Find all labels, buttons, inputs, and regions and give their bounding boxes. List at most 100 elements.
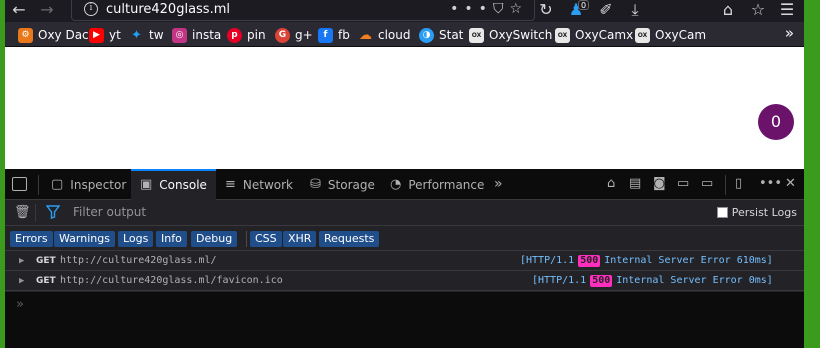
tab-console[interactable]: ▣ Console — [131, 169, 216, 200]
clear-console-icon[interactable]: 🗑 — [14, 205, 31, 220]
more-tabs-icon[interactable]: » — [494, 176, 503, 192]
bookmark-oxycam[interactable]: OX OxyCam — [635, 26, 706, 44]
youtube-icon: ▶ — [89, 27, 104, 43]
bookmark-cloud[interactable]: ☁ cloud — [358, 26, 411, 44]
request-method: GET — [36, 276, 56, 286]
bookmark-tw[interactable]: ✦ tw — [129, 26, 163, 44]
console-prompt-icon: » — [16, 297, 24, 312]
devtools-menu-icon[interactable]: ••• — [759, 176, 782, 191]
filter-xhr-button[interactable]: XHR — [283, 231, 317, 247]
inspector-icon: ▢ — [51, 177, 64, 192]
bookmark-g-plus[interactable]: Gg+ — [275, 26, 313, 44]
close-icon[interactable]: ✕ — [785, 176, 796, 191]
dock-icon[interactable]: ▯ — [735, 176, 742, 191]
browser-toolbar: ← → i culture420glass.ml •••⛉☆ ↻ ♟ 0 ✐ ⤓… — [5, 0, 804, 22]
expand-triangle-icon[interactable]: ▶ — [19, 251, 24, 271]
notepad-icon[interactable]: ▤ — [629, 176, 641, 191]
console-level-filters: Errors Warnings Logs Info Debug CSS XHR … — [5, 226, 804, 251]
response-status: [HTTP/1.1 500 Internal Server Error 610ms] — [520, 255, 773, 267]
filter-output-input[interactable]: Filter output — [73, 205, 146, 219]
bookmarks-overflow-icon[interactable]: » — [785, 24, 794, 42]
rulers-icon[interactable]: ▭ — [677, 176, 689, 191]
oxydac-icon: ⚙ — [18, 27, 33, 43]
browser-window: ← → i culture420glass.ml •••⛉☆ ↻ ♟ 0 ✐ ⤓… — [5, 0, 804, 348]
bookmark-oxycamx[interactable]: OX OxyCamx — [555, 26, 633, 44]
console-log-row[interactable]: ▶ GET http://culture420glass.ml/ [HTTP/1… — [5, 251, 804, 271]
filter-icon[interactable] — [46, 205, 60, 219]
bookmark-insta[interactable]: ◎ insta — [172, 26, 221, 44]
filter-info-button[interactable]: Info — [156, 231, 187, 247]
element-picker-icon[interactable] — [12, 177, 27, 191]
bookmark-oxyswitch[interactable]: OX OxySwitch — [469, 26, 552, 44]
page-actions-menu-icon[interactable]: ••• — [450, 1, 493, 17]
url-bar[interactable]: i culture420glass.ml •••⛉☆ — [71, 0, 535, 21]
tab-network[interactable]: ≡ Network — [217, 169, 301, 200]
bookmark-stat[interactable]: ◑ Stat — [419, 26, 463, 44]
oxy-switch-icon: OX — [469, 27, 484, 43]
pinterest-icon: p — [227, 27, 242, 43]
filter-debug-button[interactable]: Debug — [191, 231, 238, 247]
tab-performance[interactable]: ◔ Performance — [382, 169, 492, 200]
google-plus-icon: G — [275, 27, 290, 43]
facebook-icon: f — [318, 27, 333, 43]
notification-badge: 0 — [578, 0, 590, 10]
devtools-panel: ▢ Inspector ▣ Console ≡ Network ⛁ Storage ◔ P… — [5, 169, 804, 348]
filter-requests-button[interactable]: Requests — [319, 231, 380, 247]
back-icon[interactable]: ← — [9, 0, 29, 20]
url-text[interactable]: culture420glass.ml — [106, 1, 230, 19]
response-status: [HTTP/1.1 500 Internal Server Error 0ms] — [532, 275, 773, 287]
filter-logs-button[interactable]: Logs — [118, 231, 154, 247]
bookmark-star-icon[interactable]: ☆ — [509, 1, 528, 17]
console-input[interactable]: » — [5, 292, 804, 348]
measure-icon[interactable]: ▭ — [701, 176, 713, 191]
devtools-tab-bar: ▢ Inspector ▣ Console ≡ Network ⛁ Storage ◔ P… — [5, 169, 804, 200]
counter-badge[interactable]: 0 — [758, 104, 794, 140]
request-url[interactable]: http://culture420glass.ml/ — [60, 251, 217, 271]
stat-icon: ◑ — [419, 27, 434, 43]
persist-logs-toggle[interactable]: Persist Logs — [716, 206, 797, 219]
download-icon[interactable]: ⤓ — [625, 0, 645, 20]
app-menu-icon[interactable]: ☰ — [777, 0, 797, 20]
console-filter-bar: 🗑 Filter output Persist Logs — [5, 200, 804, 226]
status-code-badge: 500 — [590, 275, 613, 287]
filter-warnings-button[interactable]: Warnings — [54, 231, 115, 247]
filter-css-button[interactable]: CSS — [250, 231, 282, 247]
reading-list-icon[interactable]: ☆ — [748, 0, 768, 20]
divider — [725, 175, 726, 195]
divider — [38, 175, 39, 195]
filter-errors-button[interactable]: Errors — [10, 231, 53, 247]
request-url[interactable]: http://culture420glass.ml/favicon.ico — [60, 271, 283, 291]
expand-triangle-icon[interactable]: ▶ — [19, 271, 24, 291]
status-code-badge: 500 — [578, 255, 601, 267]
oxy-camx-icon: OX — [555, 27, 570, 43]
console-log-row[interactable]: ▶ GET http://culture420glass.ml/favicon.… — [5, 271, 804, 291]
screenshot-icon[interactable]: ◙ — [653, 176, 666, 191]
persist-logs-checkbox[interactable] — [716, 207, 728, 218]
forward-icon[interactable]: → — [37, 0, 57, 20]
bookmarks-toolbar: ⚙ Oxy Dac ▶ yt ✦ tw ◎ insta p pin Gg+ f fb ☁ cl… — [5, 22, 804, 47]
page-actions: •••⛉☆ — [450, 0, 528, 19]
bookmark-yt[interactable]: ▶ yt — [89, 26, 121, 44]
twitter-icon: ✦ — [131, 27, 142, 43]
console-icon: ▣ — [140, 177, 153, 192]
reload-icon[interactable]: ↻ — [536, 0, 556, 20]
tools-icon[interactable]: ✐ — [596, 0, 616, 20]
pocket-icon[interactable]: ⛉ — [493, 1, 510, 17]
oxy-cam-icon: OX — [635, 27, 650, 43]
performance-icon: ◔ — [390, 177, 402, 192]
site-info-icon[interactable]: i — [84, 2, 98, 16]
instagram-icon: ◎ — [172, 27, 187, 43]
home-icon[interactable]: ⌂ — [718, 0, 738, 20]
bookmark-fb[interactable]: f fb — [318, 26, 350, 44]
cloudflare-icon: ☁ — [359, 27, 372, 43]
tab-storage[interactable]: ⛁ Storage — [302, 169, 383, 200]
tab-inspector[interactable]: ▢ Inspector — [43, 169, 134, 200]
bookmark-pin[interactable]: p pin — [227, 26, 266, 44]
web-page: 0 — [5, 47, 804, 169]
responsive-mode-icon[interactable]: ⌂ — [607, 176, 615, 191]
divider — [35, 204, 36, 222]
divider — [246, 231, 247, 247]
storage-icon: ⛁ — [310, 177, 321, 192]
request-method: GET — [36, 256, 56, 266]
bookmark-oxy-dac[interactable]: ⚙ Oxy Dac — [18, 26, 89, 44]
